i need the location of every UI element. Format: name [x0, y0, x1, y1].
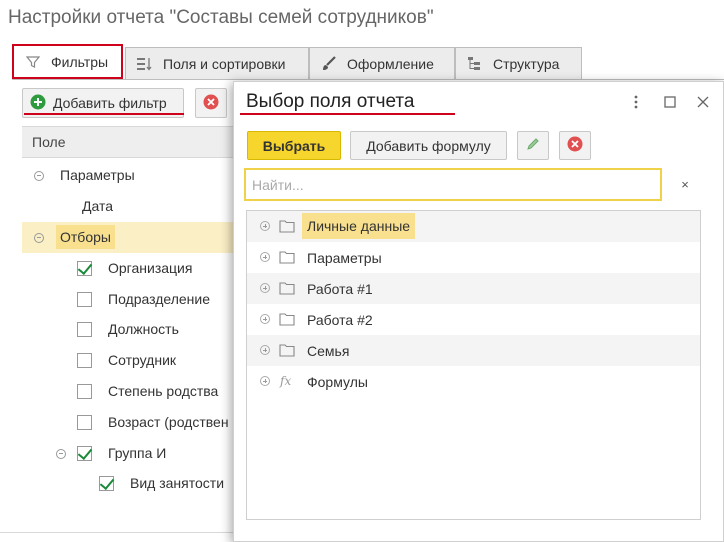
expand-icon[interactable] — [260, 376, 270, 386]
annotation-underline — [240, 113, 455, 115]
tree-column-header: Поле — [22, 126, 242, 158]
filter-checkbox[interactable] — [77, 415, 92, 430]
tab-design[interactable]: Оформление — [309, 47, 455, 79]
folder-icon — [279, 343, 295, 357]
tree-row-date[interactable]: Дата — [22, 191, 242, 222]
pencil-icon — [526, 137, 540, 154]
expand-icon[interactable] — [260, 283, 270, 293]
filter-checkbox[interactable] — [77, 446, 92, 461]
search-field[interactable] — [244, 168, 662, 201]
tree-row-position[interactable]: Должность — [22, 314, 242, 345]
more-icon[interactable] — [627, 93, 645, 111]
field-tree-row[interactable]: Работа #1 — [247, 273, 700, 304]
tab-label: Поля и сортировки — [163, 55, 286, 72]
search-input[interactable] — [246, 170, 660, 199]
tree-row-label: Организация — [108, 260, 193, 276]
fields-sort-icon — [136, 55, 154, 73]
field-tree: Личные данные Параметры Работа #1 Работа… — [246, 210, 701, 520]
tree-row-parameters[interactable]: Параметры — [22, 160, 242, 191]
filter-checkbox[interactable] — [77, 322, 92, 337]
dialog-title: Выбор поля отчета — [246, 91, 415, 112]
folder-icon — [279, 281, 295, 295]
structure-icon — [466, 55, 484, 73]
tree-row-label: Параметры — [60, 167, 135, 183]
maximize-icon[interactable] — [661, 93, 679, 111]
field-tree-row[interactable]: Работа #2 — [247, 304, 700, 335]
svg-text:fx: fx — [279, 374, 291, 388]
folder-icon — [279, 312, 295, 326]
field-label: Формулы — [307, 374, 368, 390]
delete-button[interactable] — [559, 131, 591, 160]
field-tree-row[interactable]: fx Формулы — [247, 366, 700, 397]
field-label: Семья — [307, 343, 350, 359]
expand-icon[interactable] — [260, 345, 270, 355]
filter-checkbox[interactable] — [77, 261, 92, 276]
collapse-icon[interactable] — [34, 171, 44, 181]
close-icon[interactable] — [694, 93, 712, 111]
tree-row-department[interactable]: Подразделение — [22, 284, 242, 315]
add-formula-button[interactable]: Добавить формулу — [350, 131, 507, 160]
tree-row-label: Отборы — [56, 225, 115, 249]
expand-icon[interactable] — [260, 314, 270, 324]
select-field-dialog: Выбор поля отчета Выбрать Добавить форму… — [233, 81, 724, 542]
tree-row-employment-type[interactable]: Вид занятости — [22, 468, 242, 499]
collapse-icon[interactable] — [34, 233, 44, 243]
tab-fields-sort[interactable]: Поля и сортировки — [125, 47, 309, 79]
tab-label: Структура — [493, 55, 560, 72]
expand-icon[interactable] — [260, 252, 270, 262]
tree-row-relative-age[interactable]: Возраст (родствен — [22, 407, 242, 438]
tree-row-label: Группа И — [108, 445, 167, 461]
delete-icon — [567, 136, 583, 155]
filter-icon — [24, 53, 42, 71]
tree-row-label: Подразделение — [108, 291, 211, 307]
choose-button[interactable]: Выбрать — [247, 131, 341, 160]
tree-row-group-and[interactable]: Группа И — [22, 438, 242, 469]
brush-icon — [320, 55, 338, 73]
tree-row-label: Степень родства — [108, 383, 219, 399]
field-tree-row[interactable]: Личные данные — [247, 211, 700, 242]
field-tree-row[interactable]: Параметры — [247, 242, 700, 273]
field-label: Личные данные — [302, 213, 416, 239]
annotation-underline — [24, 113, 184, 115]
field-label: Параметры — [307, 250, 382, 266]
field-tree-row[interactable]: Семья — [247, 335, 700, 366]
tree-row-selections[interactable]: Отборы — [22, 222, 242, 253]
plus-circle-icon — [30, 94, 46, 113]
delete-icon — [203, 94, 219, 113]
tree-row-label: Должность — [108, 321, 179, 337]
fx-icon: fx — [279, 374, 295, 388]
window-title: Настройки отчета "Составы семей сотрудни… — [8, 7, 434, 28]
folder-icon — [279, 219, 295, 233]
tab-label: Оформление — [347, 55, 434, 72]
tab-filters[interactable]: Фильтры — [12, 44, 123, 79]
filter-checkbox[interactable] — [99, 476, 114, 491]
add-filter-label: Добавить фильтр — [53, 95, 167, 111]
filter-checkbox[interactable] — [77, 353, 92, 368]
tree-row-label: Дата — [82, 198, 114, 214]
filter-checkbox[interactable] — [77, 384, 92, 399]
tree-row-label: Сотрудник — [108, 352, 177, 368]
clear-search-icon[interactable]: × — [677, 176, 693, 192]
tree-row-kinship[interactable]: Степень родства — [22, 376, 242, 407]
tree-row-label: Вид занятости — [130, 475, 225, 491]
expand-icon[interactable] — [260, 221, 270, 231]
tree-row-label: Возраст (родствен — [108, 414, 229, 430]
tree-row-employee[interactable]: Сотрудник — [22, 345, 242, 376]
settings-tabs: Фильтры Поля и сортировки Оформление Стр… — [12, 44, 582, 79]
tree-row-organization[interactable]: Организация — [22, 253, 242, 284]
folder-icon — [279, 250, 295, 264]
collapse-icon[interactable] — [56, 449, 66, 459]
filter-checkbox[interactable] — [77, 292, 92, 307]
tab-structure[interactable]: Структура — [455, 47, 582, 79]
field-label: Работа #1 — [307, 281, 373, 297]
tab-label: Фильтры — [51, 53, 109, 70]
delete-filter-button[interactable] — [195, 88, 227, 118]
field-label: Работа #2 — [307, 312, 373, 328]
edit-button[interactable] — [517, 131, 549, 160]
